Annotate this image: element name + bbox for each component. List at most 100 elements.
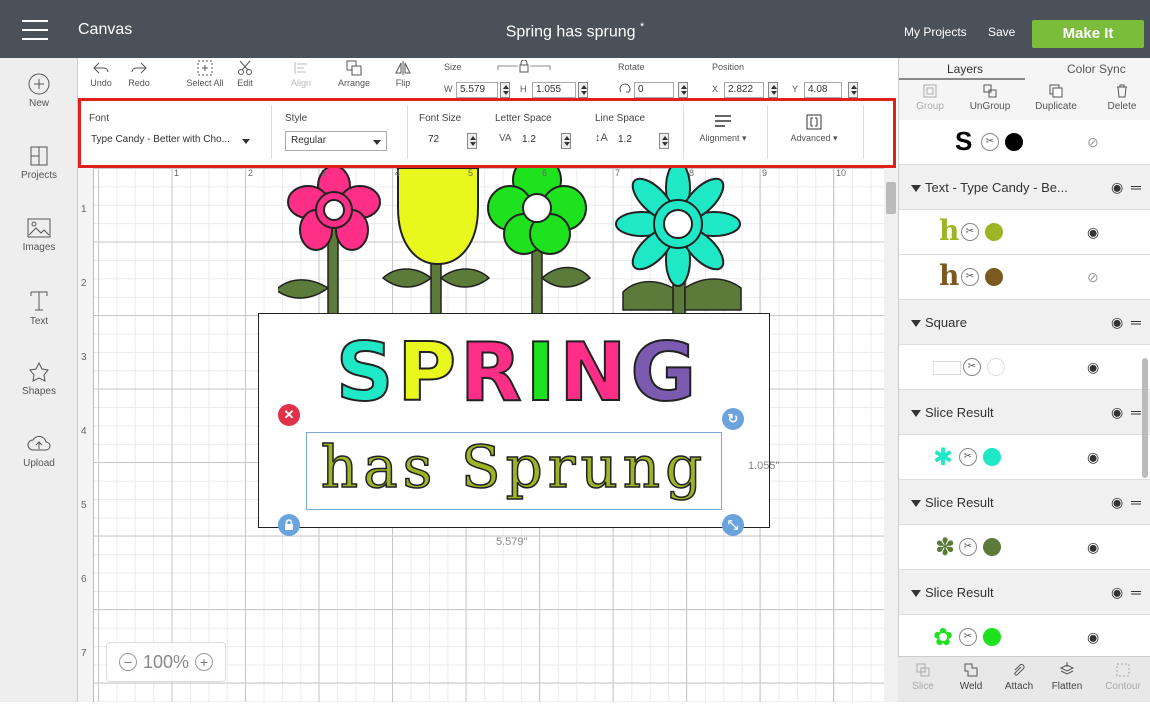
attach-button[interactable]: Attach	[996, 661, 1042, 692]
edit-label: Edit	[237, 78, 253, 88]
eye-icon[interactable]: ◉	[1111, 314, 1123, 331]
scrollbar-thumb[interactable]	[886, 182, 896, 214]
undo-button[interactable]: Undo	[86, 60, 116, 88]
eye-icon[interactable]: ◉	[1087, 449, 1099, 466]
redo-button[interactable]: Redo	[124, 60, 154, 88]
tab-layers[interactable]: Layers	[947, 62, 983, 76]
duplicate-button[interactable]: Duplicate	[1029, 84, 1083, 112]
x-stepper[interactable]	[768, 82, 778, 98]
line-space-stepper[interactable]	[659, 133, 669, 149]
eye-icon[interactable]: ◉	[1111, 584, 1123, 601]
eye-icon[interactable]: ◉	[1111, 494, 1123, 511]
select-all-button[interactable]: Select All	[182, 60, 228, 88]
font-select[interactable]: Type Candy - Better with Cho...	[89, 131, 255, 151]
layer-item[interactable]: h ✂ ◉	[899, 210, 1150, 255]
eye-hidden-icon[interactable]: ⊘	[1087, 269, 1099, 286]
height-stepper[interactable]	[578, 82, 588, 98]
save-button[interactable]: Save	[988, 25, 1015, 39]
tab-color-sync[interactable]: Color Sync	[1067, 62, 1126, 76]
flower-thumb-icon: ✽	[935, 534, 956, 561]
eye-icon[interactable]: ◉	[1087, 539, 1099, 556]
eye-icon[interactable]: ◉	[1087, 224, 1099, 241]
align-button[interactable]: Align	[284, 60, 318, 88]
alignment-button[interactable]: Alignment ▾	[695, 113, 751, 144]
slice-button[interactable]: Slice	[900, 661, 946, 692]
line-space-input[interactable]: 1.2	[615, 133, 655, 149]
rotate-handle[interactable]: ↻	[722, 408, 744, 430]
layer-group[interactable]: Slice Result ◉ ═	[899, 480, 1150, 525]
layer-group[interactable]: Slice Result ◉ ═	[899, 390, 1150, 435]
drag-handle-icon[interactable]: ═	[1131, 314, 1141, 330]
nav-projects[interactable]: Projects	[0, 144, 78, 181]
drag-handle-icon[interactable]: ═	[1131, 584, 1141, 600]
flatten-button[interactable]: Flatten	[1044, 661, 1090, 692]
delete-handle[interactable]: ✕	[278, 404, 300, 426]
color-swatch[interactable]	[983, 628, 1001, 646]
width-stepper[interactable]	[500, 82, 510, 98]
lock-ratio-icon[interactable]	[496, 60, 552, 74]
y-input[interactable]: 4.08	[804, 82, 842, 98]
color-swatch[interactable]	[985, 268, 1003, 286]
nav-shapes[interactable]: Shapes	[0, 360, 78, 397]
eye-icon[interactable]: ◉	[1111, 179, 1123, 196]
color-swatch[interactable]	[987, 358, 1005, 376]
flatten-label: Flatten	[1051, 681, 1083, 692]
layer-group[interactable]: Slice Result ◉ ═	[899, 570, 1150, 615]
color-swatch[interactable]	[983, 538, 1001, 556]
rotate-input[interactable]: 0	[634, 82, 674, 98]
font-size-stepper[interactable]	[467, 133, 477, 149]
advanced-button[interactable]: Advanced ▾	[781, 113, 847, 144]
layer-item[interactable]: h ✂ ⊘	[899, 255, 1150, 300]
flip-button[interactable]: Flip	[386, 60, 420, 88]
letter-space-input[interactable]: 1.2	[519, 133, 557, 149]
eye-icon[interactable]: ◉	[1087, 629, 1099, 646]
delete-button[interactable]: Delete	[1095, 84, 1149, 112]
zoom-out-button[interactable]: −	[118, 653, 137, 671]
color-swatch[interactable]	[1005, 133, 1023, 151]
spring-headline[interactable]: S P R I N G	[335, 327, 698, 419]
nav-new[interactable]: New	[0, 72, 78, 109]
lock-handle[interactable]	[278, 514, 300, 536]
x-input[interactable]: 2.822	[724, 82, 764, 98]
font-size-input[interactable]: 72	[425, 133, 463, 149]
y-stepper[interactable]	[848, 82, 858, 98]
nav-images[interactable]: Images	[0, 216, 78, 253]
zoom-in-button[interactable]: +	[195, 653, 214, 671]
eye-hidden-icon[interactable]: ⊘	[1087, 134, 1099, 151]
eye-icon[interactable]: ◉	[1087, 359, 1099, 376]
layers-scrollbar[interactable]	[1142, 358, 1148, 478]
flower-artwork[interactable]	[278, 168, 788, 328]
drag-handle-icon[interactable]: ═	[1131, 179, 1141, 195]
resize-handle[interactable]: ⤡	[722, 514, 744, 536]
ungroup-button[interactable]: UnGroup	[963, 84, 1017, 112]
edit-button[interactable]: Edit	[228, 60, 262, 88]
layer-item[interactable]: ✽ ✂ ◉	[899, 525, 1150, 570]
color-swatch[interactable]	[983, 448, 1001, 466]
arrange-button[interactable]: Arrange	[332, 60, 376, 88]
layer-item[interactable]: S ✂ ⊘	[899, 120, 1150, 165]
my-projects-link[interactable]: My Projects	[904, 25, 967, 39]
eye-icon[interactable]: ◉	[1111, 404, 1123, 421]
drag-handle-icon[interactable]: ═	[1131, 404, 1141, 420]
layer-group[interactable]: Square ◉ ═	[899, 300, 1150, 345]
layer-item[interactable]: ✱ ✂ ◉	[899, 435, 1150, 480]
color-swatch[interactable]	[985, 223, 1003, 241]
nav-upload[interactable]: Upload	[0, 432, 78, 469]
layer-item[interactable]: ✿ ✂ ◉	[899, 615, 1150, 660]
letter-space-stepper[interactable]	[561, 133, 571, 149]
height-input[interactable]: 1.055	[532, 82, 576, 98]
has-sprung-text[interactable]: has Sprung	[308, 424, 720, 510]
style-select[interactable]: Regular	[285, 131, 387, 151]
layer-group[interactable]: Text - Type Candy - Be... ◉ ═	[899, 165, 1150, 210]
contour-button[interactable]: Contour	[1096, 661, 1150, 692]
weld-button[interactable]: Weld	[948, 661, 994, 692]
nav-text[interactable]: Text	[0, 288, 78, 327]
canvas-scrollbar[interactable]	[884, 168, 898, 702]
rotate-stepper[interactable]	[678, 82, 688, 98]
group-button[interactable]: Group	[903, 84, 957, 112]
design-canvas[interactable]: 1 2 3 4 5 6 7 S P R I N G has Sprung ✕ ↻…	[78, 168, 884, 702]
layer-item[interactable]: ✂ ◉	[899, 345, 1150, 390]
make-it-button[interactable]: Make It	[1032, 20, 1144, 48]
drag-handle-icon[interactable]: ═	[1131, 494, 1141, 510]
width-input[interactable]: 5.579	[456, 82, 498, 98]
